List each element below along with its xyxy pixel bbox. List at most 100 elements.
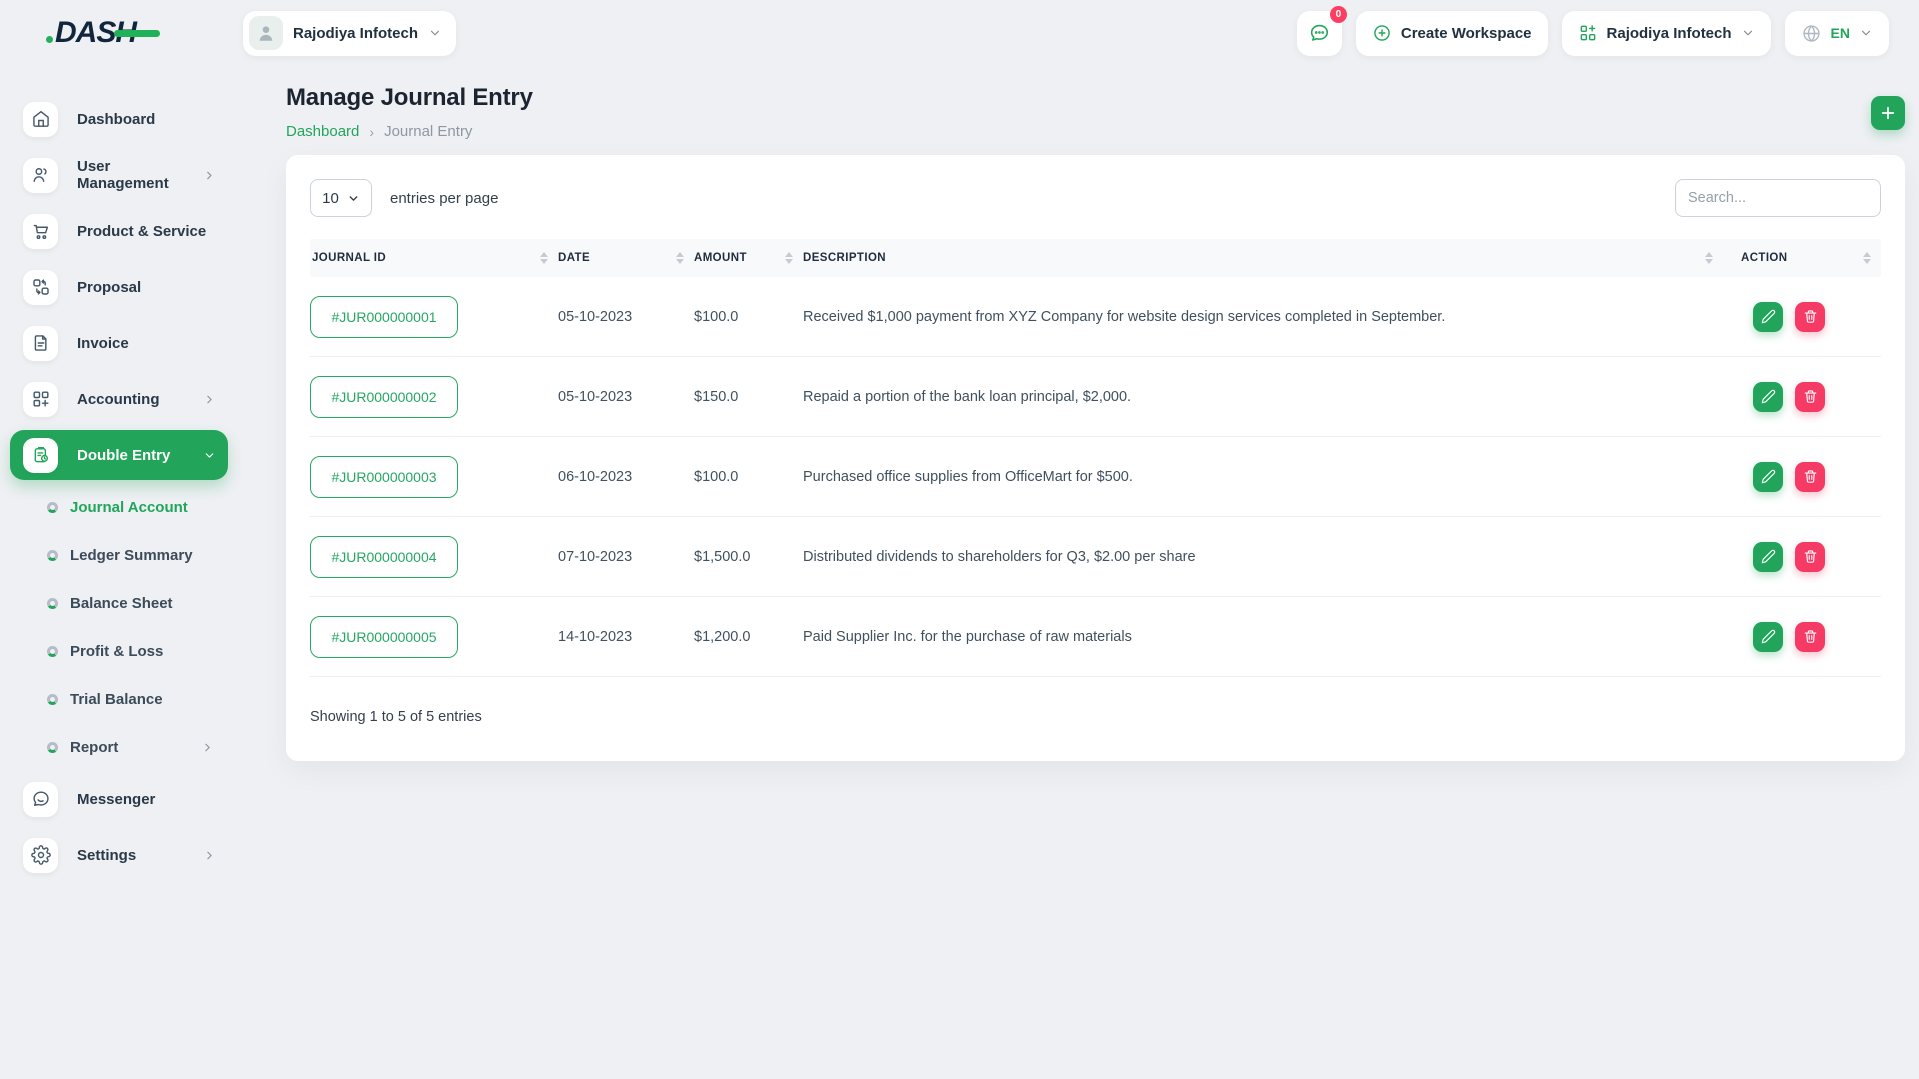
sort-icon[interactable] bbox=[1705, 252, 1713, 264]
delete-button[interactable] bbox=[1795, 301, 1825, 332]
users-icon bbox=[23, 157, 58, 193]
date-cell: 06-10-2023 bbox=[558, 468, 633, 485]
chat-bubble-icon bbox=[1311, 24, 1329, 41]
avatar bbox=[249, 16, 283, 50]
edit-button[interactable] bbox=[1753, 381, 1783, 412]
plus-circle-icon bbox=[1374, 25, 1390, 41]
sidebar-subitem-report[interactable]: Report bbox=[10, 723, 228, 771]
header-journal-id: JOURNAL ID bbox=[310, 252, 558, 264]
sidebar: Dashboard User Management Product & Serv… bbox=[0, 66, 238, 1079]
breadcrumb-separator-icon: › bbox=[369, 123, 375, 140]
language-selector[interactable]: EN bbox=[1784, 10, 1889, 56]
sidebar-item-messenger[interactable]: Messenger bbox=[10, 771, 228, 827]
sort-icon[interactable] bbox=[540, 252, 548, 264]
journal-id-badge[interactable]: #JUR000000005 bbox=[310, 615, 458, 658]
table-row: #JUR000000005 14-10-2023 $1,200.0 Paid S… bbox=[310, 597, 1881, 677]
trash-icon bbox=[1804, 390, 1816, 403]
sidebar-subitem-profit-loss[interactable]: Profit & Loss bbox=[10, 627, 228, 675]
breadcrumb: Dashboard › Journal Entry bbox=[286, 123, 533, 140]
sort-icon[interactable] bbox=[785, 252, 793, 264]
sidebar-item-double-entry[interactable]: Double Entry bbox=[10, 430, 228, 480]
journal-id-badge[interactable]: #JUR000000002 bbox=[310, 375, 458, 418]
page-size-select[interactable]: 10 bbox=[310, 179, 372, 217]
language-label: EN bbox=[1830, 25, 1850, 41]
sidebar-subitem-balance-sheet[interactable]: Balance Sheet bbox=[10, 579, 228, 627]
date-cell: 05-10-2023 bbox=[558, 388, 633, 405]
chevron-down-icon bbox=[1861, 30, 1871, 36]
chevron-down-icon bbox=[1743, 30, 1752, 36]
create-workspace-button[interactable]: Create Workspace bbox=[1355, 10, 1548, 56]
bullet-icon bbox=[47, 549, 58, 561]
delete-button[interactable] bbox=[1795, 541, 1825, 572]
bullet-icon bbox=[47, 741, 58, 753]
sidebar-item-product-service[interactable]: Product & Service bbox=[10, 203, 228, 259]
header-date: DATE bbox=[558, 252, 694, 264]
home-icon bbox=[23, 101, 58, 137]
amount-cell: $100.0 bbox=[694, 468, 739, 485]
description-cell: Repaid a portion of the bank loan princi… bbox=[803, 388, 1132, 405]
workspace-selector[interactable]: Rajodiya Infotech bbox=[243, 10, 457, 56]
sidebar-subitem-ledger-summary[interactable]: Ledger Summary bbox=[10, 531, 228, 579]
description-cell: Purchased office supplies from OfficeMar… bbox=[803, 468, 1133, 485]
description-cell: Received $1,000 payment from XYZ Company… bbox=[803, 308, 1446, 325]
trash-icon bbox=[1804, 630, 1816, 643]
table-row: #JUR000000003 06-10-2023 $100.0 Purchase… bbox=[310, 437, 1881, 517]
create-workspace-label: Create Workspace bbox=[1400, 24, 1532, 42]
journal-entry-card: 10 entries per page JOURNAL ID DATE bbox=[286, 155, 1905, 761]
trash-icon bbox=[1804, 470, 1816, 483]
company-label: Rajodiya Infotech bbox=[1606, 24, 1732, 42]
page-title: Manage Journal Entry bbox=[286, 84, 533, 111]
pencil-icon bbox=[1761, 549, 1775, 564]
breadcrumb-dashboard-link[interactable]: Dashboard bbox=[286, 123, 359, 140]
workspace-label: Rajodiya Infotech bbox=[293, 24, 419, 42]
edit-button[interactable] bbox=[1753, 301, 1783, 332]
journal-id-badge[interactable]: #JUR000000004 bbox=[310, 535, 458, 578]
header-description: DESCRIPTION bbox=[803, 252, 1723, 264]
chevron-down-icon bbox=[430, 30, 440, 36]
delete-button[interactable] bbox=[1795, 381, 1825, 412]
sidebar-item-proposal[interactable]: Proposal bbox=[10, 259, 228, 315]
app-logo[interactable]: DASH bbox=[46, 16, 161, 50]
pencil-icon bbox=[1761, 629, 1775, 644]
logo-dash-accent bbox=[114, 30, 161, 37]
globe-icon bbox=[1802, 24, 1820, 42]
sidebar-subitem-journal-account[interactable]: Journal Account bbox=[10, 483, 228, 531]
invoice-file-icon bbox=[23, 325, 58, 361]
logo-dot-accent bbox=[46, 36, 53, 43]
edit-button[interactable] bbox=[1753, 541, 1783, 572]
table-row: #JUR000000004 07-10-2023 $1,500.0 Distri… bbox=[310, 517, 1881, 597]
table-header-row: JOURNAL ID DATE AMOUNT DESCRIPTION ACTIO… bbox=[310, 239, 1881, 277]
add-journal-entry-button[interactable] bbox=[1871, 96, 1905, 130]
company-selector[interactable]: Rajodiya Infotech bbox=[1561, 10, 1771, 56]
header-action: ACTION bbox=[1723, 252, 1881, 264]
sort-icon[interactable] bbox=[676, 252, 684, 264]
edit-button[interactable] bbox=[1753, 621, 1783, 652]
grid-plus-icon bbox=[23, 381, 58, 417]
person-icon bbox=[259, 26, 273, 41]
logo-area: DASH bbox=[0, 16, 238, 50]
delete-button[interactable] bbox=[1795, 621, 1825, 652]
chevron-right-icon bbox=[207, 395, 212, 403]
table-controls: 10 entries per page bbox=[310, 179, 1881, 217]
date-cell: 05-10-2023 bbox=[558, 308, 633, 325]
sidebar-subitem-trial-balance[interactable]: Trial Balance bbox=[10, 675, 228, 723]
sidebar-item-user-management[interactable]: User Management bbox=[10, 147, 228, 203]
pencil-icon bbox=[1761, 309, 1775, 324]
sidebar-item-accounting[interactable]: Accounting bbox=[10, 371, 228, 427]
sidebar-item-invoice[interactable]: Invoice bbox=[10, 315, 228, 371]
delete-button[interactable] bbox=[1795, 461, 1825, 492]
bullet-icon bbox=[47, 693, 58, 705]
chat-button[interactable]: 0 bbox=[1296, 5, 1347, 56]
grid-plus-icon bbox=[1580, 25, 1595, 41]
edit-button[interactable] bbox=[1753, 461, 1783, 492]
plus-icon bbox=[1881, 106, 1895, 120]
amount-cell: $150.0 bbox=[694, 388, 739, 405]
topbar: DASH Rajodiya Infotech 0 Create Workspac… bbox=[0, 0, 1919, 66]
journal-id-badge[interactable]: #JUR000000001 bbox=[310, 295, 458, 338]
sort-icon[interactable] bbox=[1863, 252, 1871, 264]
sidebar-item-settings[interactable]: Settings bbox=[10, 827, 228, 883]
sidebar-item-dashboard[interactable]: Dashboard bbox=[10, 91, 228, 147]
journal-id-badge[interactable]: #JUR000000003 bbox=[310, 455, 458, 498]
search-input[interactable] bbox=[1675, 179, 1881, 217]
bullet-icon bbox=[47, 501, 58, 513]
